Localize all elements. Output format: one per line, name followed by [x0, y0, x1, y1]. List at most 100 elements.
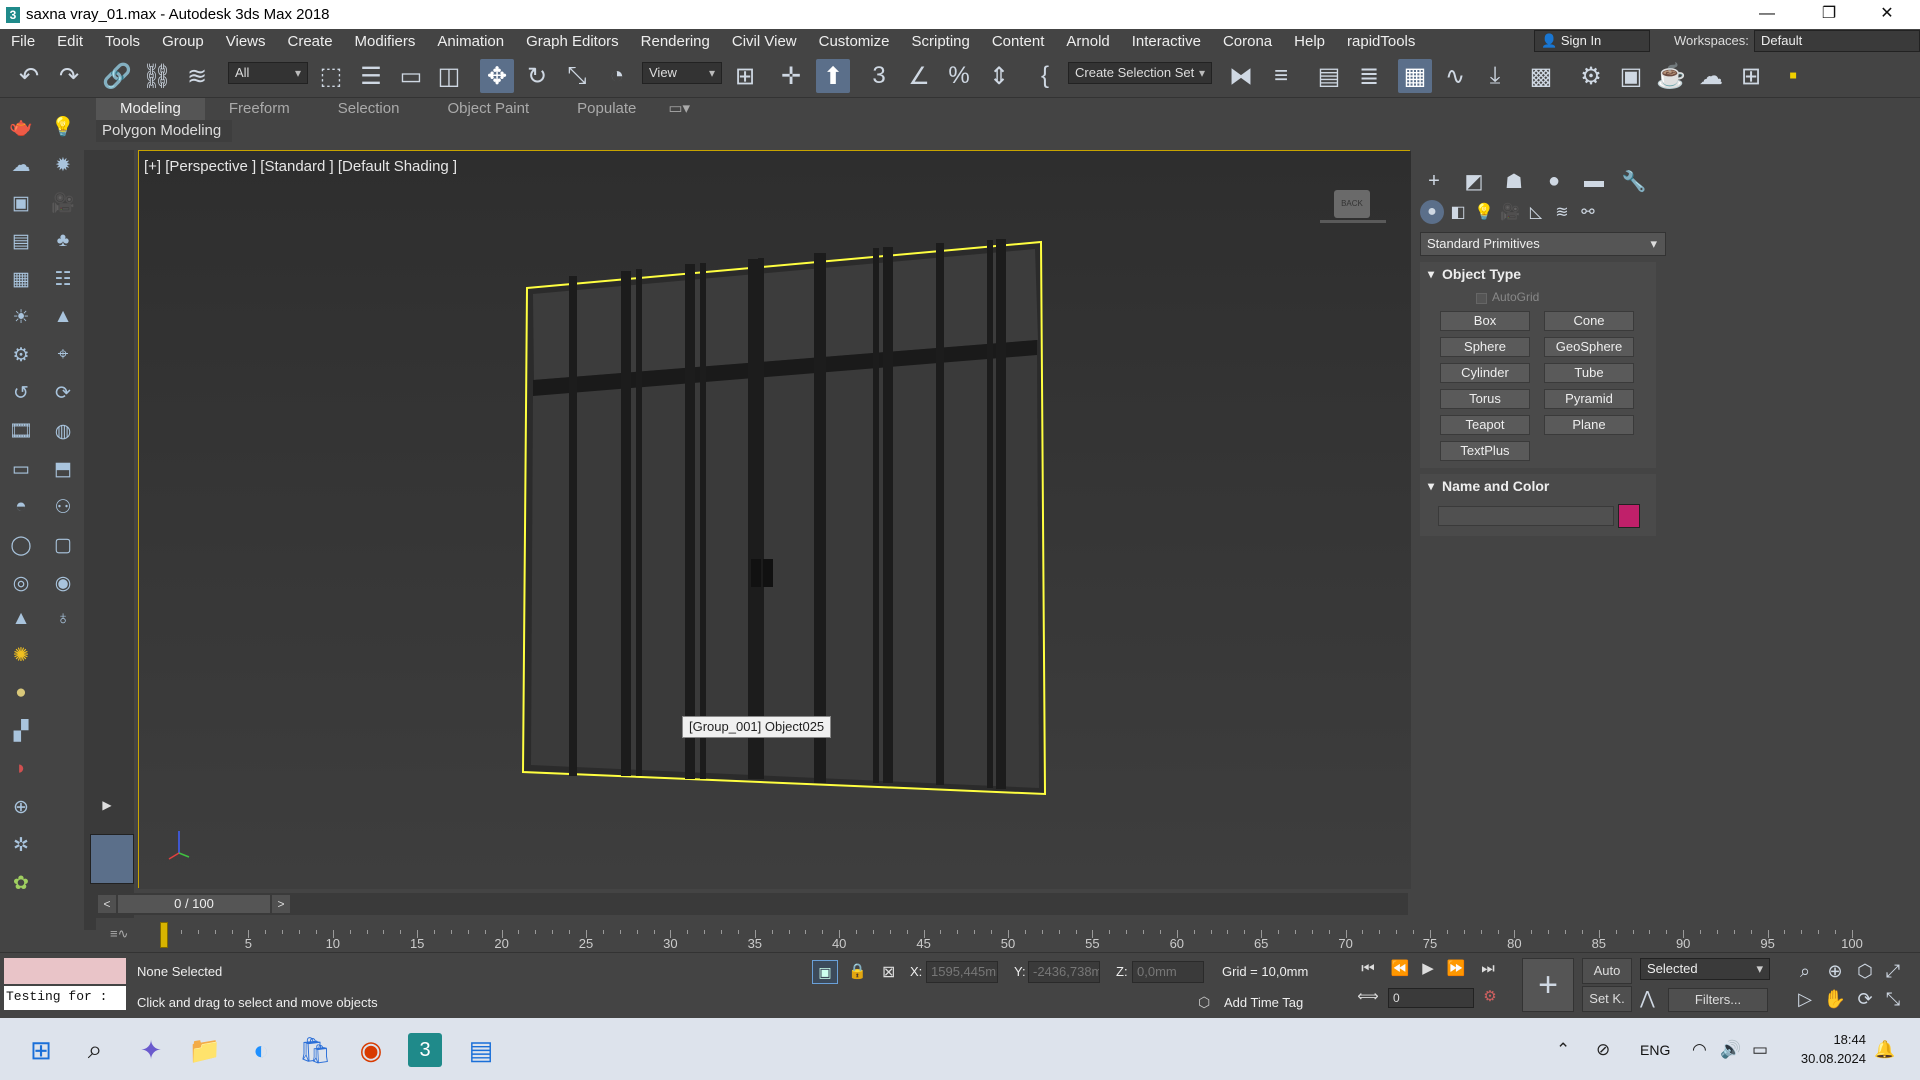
scene-explorer-icon[interactable]: ▤: [1312, 59, 1346, 93]
lamp-icon[interactable]: ♁: [48, 604, 78, 634]
menu-graph-editors[interactable]: Graph Editors: [515, 29, 630, 54]
marker-icon[interactable]: ⌖: [48, 340, 78, 370]
workspace-dropdown[interactable]: Default: [1754, 30, 1920, 52]
goto-start-icon[interactable]: ⏮: [1356, 958, 1380, 980]
name-and-color-header[interactable]: Name and Color: [1420, 474, 1656, 498]
notifications-icon[interactable]: 🔔: [1874, 1040, 1895, 1060]
object-type-header[interactable]: Object Type: [1420, 262, 1656, 286]
viewcube[interactable]: BACK: [1334, 190, 1370, 218]
window-crossing-icon[interactable]: ◫: [432, 59, 466, 93]
tube-button[interactable]: Tube: [1544, 363, 1634, 383]
textplus-button[interactable]: TextPlus: [1440, 441, 1530, 461]
goto-end-icon[interactable]: ⏭: [1476, 958, 1500, 980]
store-icon[interactable]: 🛍: [298, 1033, 332, 1067]
motion-tab-icon[interactable]: ●: [1538, 166, 1570, 196]
systems-icon[interactable]: ⚯: [1576, 200, 1600, 224]
curve-editor-mini-icon[interactable]: ≡∿: [110, 926, 128, 942]
menu-arnold[interactable]: Arnold: [1055, 29, 1120, 54]
viewcube-compass[interactable]: [1320, 220, 1386, 223]
next-frame-arrow-icon[interactable]: >: [272, 895, 290, 913]
display-tab-icon[interactable]: ▬: [1578, 166, 1610, 196]
time-slider-thumb[interactable]: 0 / 100: [118, 895, 270, 913]
key-mode-icon[interactable]: ⟺: [1356, 986, 1380, 1008]
volume-icon[interactable]: 🔊: [1720, 1040, 1741, 1060]
sphere-button[interactable]: Sphere: [1440, 337, 1530, 357]
angle-snap-icon[interactable]: ∠: [902, 59, 936, 93]
maximize-button[interactable]: ❐: [1806, 0, 1852, 29]
maxscript-listener-output[interactable]: [4, 958, 126, 984]
list-icon[interactable]: ☷: [48, 264, 78, 294]
sun-icon[interactable]: ✹: [48, 150, 78, 180]
auto-key-button[interactable]: Auto: [1582, 958, 1632, 984]
add-time-tag[interactable]: Add Time Tag: [1224, 995, 1303, 1010]
network-off-icon[interactable]: ⊘: [1596, 1040, 1610, 1060]
frame-icon[interactable]: ⬒: [48, 454, 78, 484]
perspective-viewport[interactable]: [138, 150, 1411, 889]
render-production-icon[interactable]: ☕: [1654, 59, 1688, 93]
select-manipulate-icon[interactable]: ✛: [774, 59, 808, 93]
menu-edit[interactable]: Edit: [46, 29, 94, 54]
start-icon[interactable]: ⊞: [24, 1033, 58, 1067]
circle-icon[interactable]: ◯: [6, 530, 36, 560]
tab-freeform[interactable]: Freeform: [205, 98, 314, 120]
prev-frame-arrow-icon[interactable]: <: [98, 895, 116, 913]
menu-corona[interactable]: Corona: [1212, 29, 1283, 54]
notepad-icon[interactable]: ▤: [464, 1033, 498, 1067]
teapot-button[interactable]: Teapot: [1440, 415, 1530, 435]
file-explorer-icon[interactable]: 📁: [188, 1033, 222, 1067]
spacewarps-icon[interactable]: ≋: [1550, 200, 1574, 224]
cone-icon[interactable]: ▲: [6, 604, 36, 634]
viewport-label[interactable]: [+] [Perspective ] [Standard ] [Default …: [144, 158, 457, 175]
material-editor-icon[interactable]: ▩: [1524, 59, 1558, 93]
helpers-icon[interactable]: ◺: [1524, 200, 1548, 224]
polygon-modeling-panel[interactable]: Polygon Modeling: [96, 120, 232, 142]
keyboard-shortcut-override-icon[interactable]: ⬆: [816, 59, 850, 93]
box-outline-icon[interactable]: ▢: [48, 530, 78, 560]
time-tag-icon[interactable]: ⬡: [1198, 994, 1210, 1011]
tab-modeling[interactable]: Modeling: [96, 98, 205, 120]
next-key-icon[interactable]: ⏩: [1444, 958, 1468, 980]
box-button[interactable]: Box: [1440, 311, 1530, 331]
zoom-all-icon[interactable]: ⊕: [1822, 958, 1848, 984]
edit-named-selection-icon[interactable]: {: [1028, 59, 1062, 93]
menu-views[interactable]: Views: [215, 29, 277, 54]
torus-button[interactable]: Torus: [1440, 389, 1530, 409]
rect-selection-icon[interactable]: ▭: [394, 59, 428, 93]
percent-snap-icon[interactable]: %: [942, 59, 976, 93]
rapidtools-icon[interactable]: ▪: [1776, 59, 1810, 93]
time-slider[interactable]: [96, 893, 1408, 915]
menu-rendering[interactable]: Rendering: [630, 29, 721, 54]
grid-icon[interactable]: ▦: [6, 264, 36, 294]
object-name-field[interactable]: [1438, 506, 1614, 526]
gear-icon[interactable]: ⚙: [6, 340, 36, 370]
menu-content[interactable]: Content: [981, 29, 1056, 54]
trackbar-ruler[interactable]: 0510152025303540455055606570758085909510…: [160, 918, 1863, 952]
3dsmax-taskbar-icon[interactable]: 3: [408, 1033, 442, 1067]
bind-spacewarp-icon[interactable]: ≋: [180, 59, 214, 93]
utilities-tab-icon[interactable]: 🔧: [1618, 166, 1650, 196]
sphere-map-icon[interactable]: ◍: [48, 416, 78, 446]
window-grille-object[interactable]: [521, 239, 1047, 796]
panel-icon[interactable]: ▭: [6, 454, 36, 484]
geosphere-button[interactable]: GeoSphere: [1544, 337, 1634, 357]
plane-button[interactable]: Plane: [1544, 415, 1634, 435]
menu-scripting[interactable]: Scripting: [900, 29, 980, 54]
menu-create[interactable]: Create: [277, 29, 344, 54]
select-object-icon[interactable]: ⬚: [314, 59, 348, 93]
isolate-selection-icon[interactable]: ▣: [812, 960, 838, 984]
copilot-icon[interactable]: ✦: [134, 1033, 168, 1067]
bulb-icon[interactable]: ☀: [6, 302, 36, 332]
stairs-icon[interactable]: ▞: [6, 716, 36, 746]
film-icon[interactable]: 🎞: [6, 416, 36, 446]
align-icon[interactable]: ≡: [1264, 59, 1298, 93]
plant-icon[interactable]: ✿: [6, 868, 36, 898]
zoom-extents-icon[interactable]: ⬡: [1852, 958, 1878, 984]
set-key-big-icon[interactable]: +: [1522, 958, 1574, 1012]
selection-lock-icon[interactable]: 🔒: [848, 962, 867, 980]
maximize-viewport-icon[interactable]: ⤡: [1880, 986, 1906, 1012]
time-config-icon[interactable]: ⚙: [1478, 986, 1502, 1008]
select-scale-icon[interactable]: ⤡: [560, 59, 594, 93]
ribbon-toggle-icon[interactable]: ▦: [1398, 59, 1432, 93]
edge-icon[interactable]: ◐: [244, 1033, 278, 1067]
search-icon[interactable]: ⌕: [78, 1033, 112, 1067]
